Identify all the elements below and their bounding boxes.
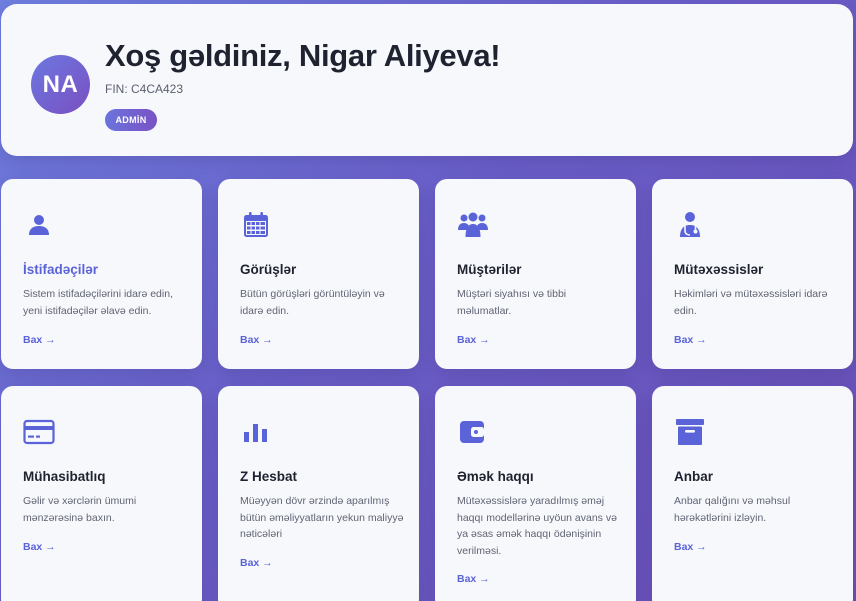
user-fin: FIN: C4CA423 — [105, 82, 184, 96]
role-badge: ADMİN — [105, 109, 157, 131]
card-title: Əmək haqqı — [457, 469, 534, 484]
card-description: Həkimləri və mütəxəssisləri idarə edin. — [674, 288, 828, 317]
card-title: Mütəxəssislər — [674, 262, 764, 277]
user-icon — [23, 209, 55, 241]
view-link[interactable]: Bax → — [240, 557, 273, 569]
card-title: Z Hesbat — [240, 469, 298, 484]
avatar: NA — [31, 55, 90, 114]
card-title: Müştərilər — [457, 262, 522, 277]
card-title: Anbar — [674, 469, 714, 484]
card-title: Görüşlər — [240, 262, 297, 277]
view-link[interactable]: Bax → — [674, 541, 707, 553]
card-description: Mütəxəssislərə yaradılmış əməj haqqı mod… — [457, 495, 617, 557]
view-link[interactable]: Bax → — [23, 334, 56, 346]
card-musteriler[interactable]: Müştərilər Müştəri siyahısı və tibbi məl… — [435, 179, 636, 369]
card-anbar[interactable]: Anbar Anbar qalığını və məhsul hərəkətlə… — [652, 386, 853, 601]
view-link[interactable]: Bax → — [23, 541, 56, 553]
card-emek-haqqi[interactable]: Əmək haqqı Mütəxəssislərə yaradılmış əmə… — [435, 386, 636, 601]
card-description: Anbar qalığını və məhsul hərəkətlərini i… — [674, 495, 791, 524]
card-mutexessisler[interactable]: Mütəxəssislər Həkimləri və mütəxəssislər… — [652, 179, 853, 369]
card-description: Sistem istifadəçilərini idarə edin, yeni… — [23, 288, 173, 317]
bar-chart-icon — [240, 416, 272, 448]
welcome-header: NA Xoş gəldiniz, Nigar Aliyeva! FIN: C4C… — [1, 4, 853, 156]
page-title: Xoş gəldiniz, Nigar Aliyeva! — [105, 38, 501, 73]
card-description: Bütün görüşləri görüntüləyin və idarə ed… — [240, 288, 385, 317]
view-link[interactable]: Bax → — [457, 334, 490, 346]
view-link[interactable]: Bax → — [674, 334, 707, 346]
card-title: Mühasibatlıq — [23, 469, 106, 484]
card-z-hesbat[interactable]: Z Hesbat Müəyyən dövr ərzində aparılmış … — [218, 386, 419, 601]
card-description: Gəlir və xərclərin ümumi mənzərəsinə bax… — [23, 495, 137, 524]
calendar-icon — [240, 209, 272, 241]
view-link[interactable]: Bax → — [457, 573, 490, 585]
wallet-icon — [457, 416, 489, 448]
card-gorusler[interactable]: Görüşlər Bütün görüşləri görüntüləyin və… — [218, 179, 419, 369]
archive-box-icon — [674, 416, 706, 448]
doctor-icon — [674, 209, 706, 241]
users-group-icon — [457, 209, 489, 241]
card-description: Müəyyən dövr ərzində aparılmış bütün əmə… — [240, 495, 404, 540]
card-description: Müştəri siyahısı və tibbi məlumatlar. — [457, 288, 567, 317]
credit-card-icon — [23, 416, 55, 448]
card-istifadeciler[interactable]: İstifadəçilər Sistem istifadəçilərini id… — [1, 179, 202, 369]
card-muhasibatliq[interactable]: Mühasibatlıq Gəlir və xərclərin ümumi mə… — [1, 386, 202, 601]
card-title: İstifadəçilər — [23, 262, 99, 277]
view-link[interactable]: Bax → — [240, 334, 273, 346]
